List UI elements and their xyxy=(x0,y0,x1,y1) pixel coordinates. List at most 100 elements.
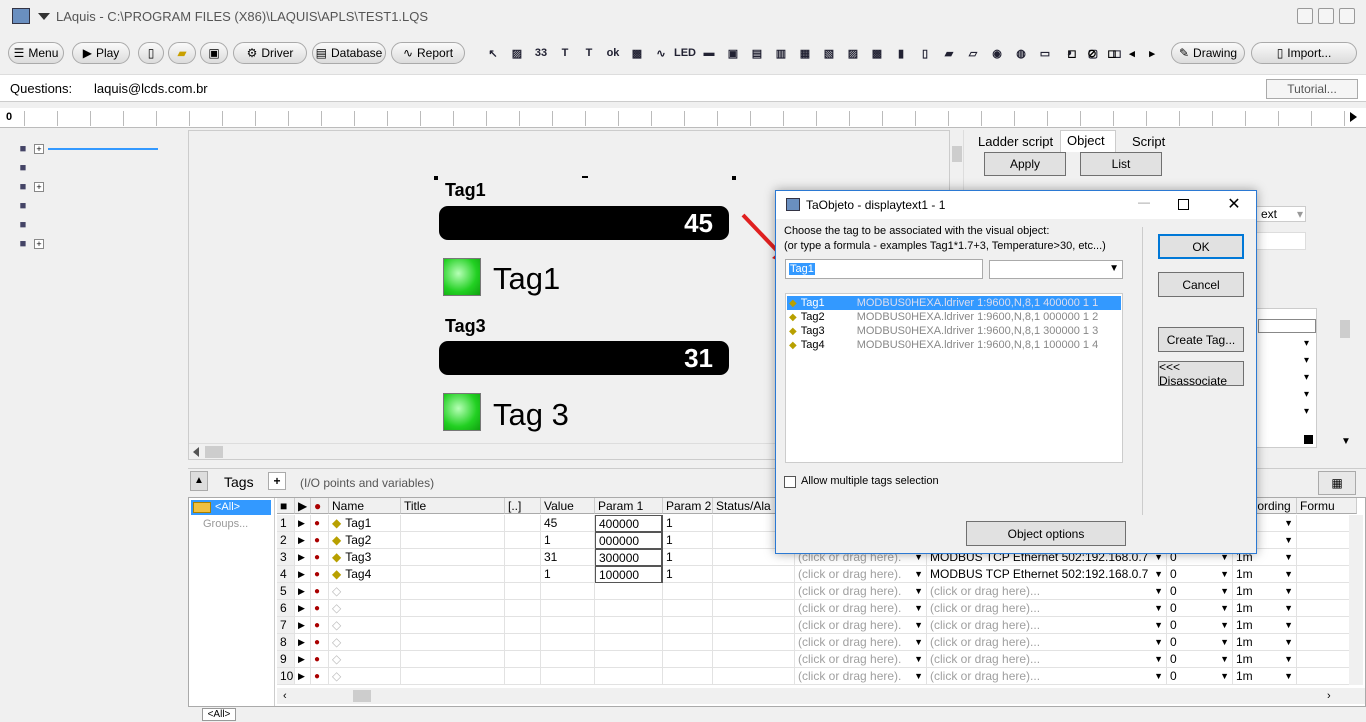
chevron-down-icon[interactable]: ▼ xyxy=(1284,515,1293,531)
import-button[interactable]: ▯ Import... xyxy=(1251,42,1357,64)
table-cell[interactable] xyxy=(1297,566,1357,583)
cell-value[interactable]: 1m xyxy=(1236,618,1253,632)
table-cell[interactable] xyxy=(505,668,541,685)
table-cell[interactable]: 1m ▼ xyxy=(1233,668,1297,685)
numeric-icon[interactable]: 33 xyxy=(531,43,551,63)
app-icon[interactable] xyxy=(12,8,30,24)
expand-icon[interactable]: + xyxy=(34,144,44,154)
cell-value[interactable]: 45 xyxy=(544,516,557,530)
expand-icon[interactable] xyxy=(34,201,44,211)
scroll-thumb[interactable] xyxy=(952,146,962,162)
table-cell[interactable]: (click or drag here)... ▼ xyxy=(927,600,1167,617)
field-box[interactable] xyxy=(1256,232,1306,250)
cell-value[interactable]: 1 xyxy=(544,533,551,547)
table-cell[interactable] xyxy=(401,532,505,549)
row-record-icon[interactable]: ● xyxy=(311,515,329,532)
table-cell[interactable]: (click or drag here)... ▼ xyxy=(927,617,1167,634)
table-cell[interactable]: (click or drag here). ▼ xyxy=(795,600,927,617)
row-record-icon[interactable]: ● xyxy=(311,600,329,617)
open-folder-button[interactable]: ▰ xyxy=(168,42,196,64)
table-cell[interactable] xyxy=(541,617,595,634)
row-arrow-icon[interactable]: ▶ xyxy=(295,634,311,651)
row-number[interactable]: 4 xyxy=(277,566,295,583)
table-cell[interactable]: 0 ▼ xyxy=(1167,651,1233,668)
grid-header[interactable]: Formu xyxy=(1297,498,1357,514)
table-cell[interactable]: ◆ Tag4 xyxy=(329,566,401,583)
tag-list-item[interactable]: ◆ Tag4 MODBUS0HEXA.ldriver 1:9600,N,8,1 10… xyxy=(787,338,1121,352)
driver-button[interactable]: ⚙ Driver xyxy=(233,42,307,64)
table-cell[interactable] xyxy=(1297,668,1357,685)
chevron-down-icon[interactable]: ▼ xyxy=(1154,617,1163,633)
row-number[interactable]: 6 xyxy=(277,600,295,617)
expand-icon[interactable] xyxy=(34,220,44,230)
collapse-tags-button[interactable]: ▲ xyxy=(190,471,208,491)
table-cell[interactable]: ◇ xyxy=(329,634,401,651)
tool-icon[interactable]: ▭ xyxy=(1035,43,1055,63)
play-button[interactable]: ▶ Play xyxy=(72,42,130,64)
database-cell[interactable]: (click or drag here). xyxy=(798,601,901,615)
table-cell[interactable]: (click or drag here)... ▼ xyxy=(927,583,1167,600)
groups-item[interactable]: Groups... xyxy=(203,518,248,530)
cell-value[interactable]: 300000 xyxy=(599,551,639,565)
chart-icon[interactable]: ∿ xyxy=(651,43,671,63)
tag-filter-select[interactable]: ▼ xyxy=(989,260,1123,279)
table-cell[interactable] xyxy=(663,634,713,651)
led2-indicator[interactable] xyxy=(443,393,481,431)
database-cell[interactable]: (click or drag here). xyxy=(798,669,901,683)
scroll-right-icon[interactable]: › xyxy=(1327,690,1331,702)
ruler-scroll-right-icon[interactable] xyxy=(1350,112,1357,122)
cell-value[interactable]: 000000 xyxy=(599,534,639,548)
tool-icon[interactable]: ◻ xyxy=(1062,43,1082,63)
chevron-down-icon[interactable]: ▼ xyxy=(1154,600,1163,616)
tool-icon[interactable]: ◍ xyxy=(1011,43,1031,63)
row-number[interactable]: 10 xyxy=(277,668,295,685)
dialog-minimize-button[interactable]: — xyxy=(1134,195,1154,215)
table-cell[interactable] xyxy=(505,634,541,651)
table-cell[interactable] xyxy=(401,634,505,651)
cell-value[interactable]: 0 xyxy=(1170,669,1177,683)
scroll-down-icon[interactable]: ▼ xyxy=(1341,436,1351,447)
minimize-button[interactable] xyxy=(1297,8,1313,24)
database-cell[interactable]: (click or drag here). xyxy=(798,567,901,581)
grid-header[interactable]: Param 1 xyxy=(595,498,663,514)
grid-header[interactable]: [..] xyxy=(505,498,541,514)
table-cell[interactable] xyxy=(1297,651,1357,668)
tool-icon[interactable]: ▱ xyxy=(963,43,983,63)
chevron-down-icon[interactable]: ▼ xyxy=(1154,634,1163,650)
grid-header[interactable]: Name xyxy=(329,498,401,514)
cell-value[interactable]: 0 xyxy=(1170,601,1177,615)
table-cell[interactable]: (click or drag here). ▼ xyxy=(795,651,927,668)
row-record-icon[interactable]: ● xyxy=(311,617,329,634)
chevron-down-icon[interactable]: ▼ xyxy=(1284,668,1293,684)
table-cell[interactable] xyxy=(505,532,541,549)
expand-icon[interactable]: + xyxy=(34,239,44,249)
row-arrow-icon[interactable]: ▶ xyxy=(295,668,311,685)
drawing-button[interactable]: ✎ Drawing xyxy=(1171,42,1245,64)
row-arrow-icon[interactable]: ▶ xyxy=(295,617,311,634)
row-record-icon[interactable]: ● xyxy=(311,549,329,566)
table-cell[interactable]: ◆ Tag2 xyxy=(329,532,401,549)
tag-name[interactable]: Tag3 xyxy=(345,550,371,564)
table-cell[interactable]: (click or drag here)... ▼ xyxy=(927,668,1167,685)
table-cell[interactable]: 1m ▼ xyxy=(1233,583,1297,600)
tag-list[interactable]: ◆ Tag1 MODBUS0HEXA.ldriver 1:9600,N,8,1 40… xyxy=(785,293,1123,463)
chevron-down-icon[interactable]: ▼ xyxy=(914,651,923,667)
row-arrow-icon[interactable]: ▶ xyxy=(295,532,311,549)
table-cell[interactable] xyxy=(1297,515,1357,532)
grid-header[interactable]: Value xyxy=(541,498,595,514)
row-arrow-icon[interactable]: ▶ xyxy=(295,566,311,583)
ok-button[interactable]: OK xyxy=(1158,234,1244,259)
database-cell[interactable]: (click or drag here). xyxy=(798,652,901,666)
table-cell[interactable]: (click or drag here). ▼ xyxy=(795,583,927,600)
table-cell[interactable]: 0 ▼ xyxy=(1167,617,1233,634)
chevron-down-icon[interactable]: ▼ xyxy=(1154,651,1163,667)
cell-value[interactable]: 1m xyxy=(1236,601,1253,615)
table-cell[interactable]: 400000 xyxy=(595,515,663,532)
frame-icon[interactable]: ▩ xyxy=(627,43,647,63)
tool-icon[interactable]: ▮ xyxy=(891,43,911,63)
table-cell[interactable]: ◇ xyxy=(329,617,401,634)
table-cell[interactable] xyxy=(1297,549,1357,566)
cell-value[interactable]: 1m xyxy=(1236,567,1253,581)
expand-icon[interactable] xyxy=(34,163,44,173)
table-cell[interactable] xyxy=(713,634,795,651)
